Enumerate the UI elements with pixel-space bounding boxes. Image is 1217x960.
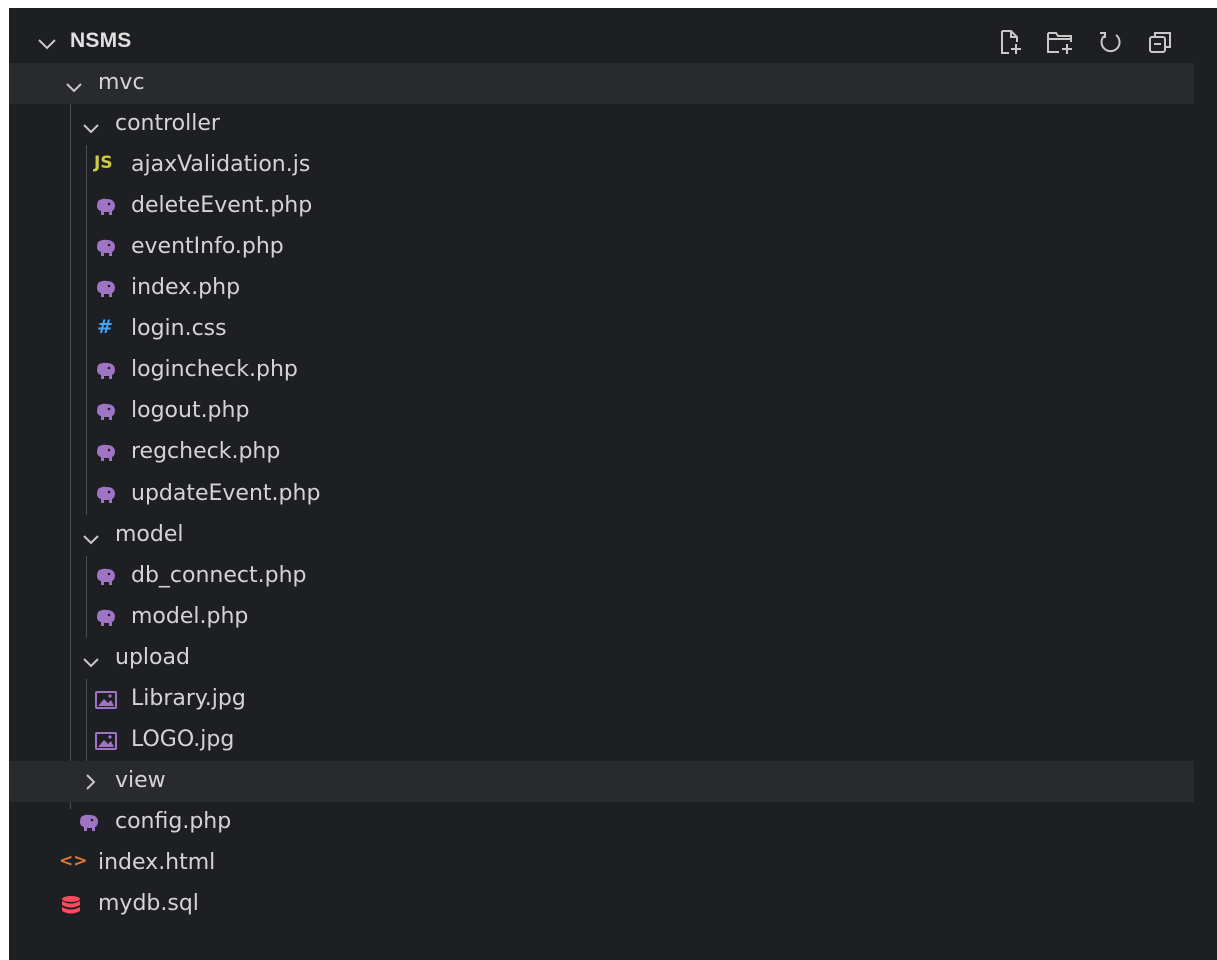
file-label: index.php — [131, 275, 241, 300]
file-label: logout.php — [131, 398, 250, 423]
folder-row-mvc[interactable]: mvc — [9, 63, 1194, 104]
chevron-right-icon[interactable] — [85, 773, 96, 795]
file-row[interactable]: # login.css — [9, 309, 1194, 350]
folder-label: upload — [115, 645, 190, 670]
php-elephant-icon — [94, 196, 118, 218]
folder-label: mvc — [98, 70, 145, 95]
php-elephant-icon — [94, 278, 118, 300]
image-file-icon — [94, 730, 118, 752]
php-elephant-icon — [94, 237, 118, 259]
folder-row-view[interactable]: view — [9, 761, 1194, 802]
file-row[interactable]: JS ajaxValidation.js — [9, 145, 1194, 186]
workspace-title: NSMS — [70, 29, 132, 52]
new-file-icon[interactable] — [992, 26, 1028, 58]
php-elephant-icon — [94, 401, 118, 423]
file-row[interactable]: logincheck.php — [9, 350, 1194, 391]
php-elephant-icon — [94, 360, 118, 382]
explorer-header[interactable]: NSMS — [9, 22, 1194, 62]
file-row[interactable]: logout.php — [9, 391, 1194, 432]
image-file-icon — [94, 689, 118, 711]
explorer-actions — [992, 26, 1178, 58]
php-elephant-icon — [94, 566, 118, 588]
file-label: model.php — [131, 604, 249, 629]
file-label: logincheck.php — [131, 357, 298, 382]
chevron-down-icon[interactable] — [82, 653, 100, 672]
file-label: updateEvent.php — [131, 481, 321, 506]
file-label: config.php — [115, 809, 232, 834]
javascript-file-icon: JS — [94, 153, 113, 173]
file-row[interactable]: config.php — [9, 802, 1194, 843]
file-row[interactable]: deleteEvent.php — [9, 186, 1194, 227]
file-label: deleteEvent.php — [131, 193, 313, 218]
php-elephant-icon — [94, 607, 118, 629]
folder-label: view — [115, 768, 166, 793]
collapse-all-icon[interactable] — [1142, 26, 1178, 58]
file-row[interactable]: updateEvent.php — [9, 474, 1194, 515]
folder-label: model — [115, 522, 184, 547]
chevron-down-icon[interactable] — [37, 35, 57, 54]
php-elephant-icon — [94, 484, 118, 506]
file-row[interactable]: eventInfo.php — [9, 227, 1194, 268]
refresh-icon[interactable] — [1092, 26, 1128, 58]
css-hash-icon: # — [97, 316, 113, 338]
file-label: Library.jpg — [131, 686, 246, 711]
file-label: index.html — [98, 850, 216, 875]
file-label: regcheck.php — [131, 439, 281, 464]
file-label: eventInfo.php — [131, 234, 284, 259]
file-row[interactable]: mydb.sql — [9, 884, 1194, 925]
chevron-down-icon[interactable] — [65, 78, 83, 97]
file-label: db_connect.php — [131, 563, 307, 588]
file-row[interactable]: model.php — [9, 597, 1194, 638]
file-label: ajaxValidation.js — [131, 152, 311, 177]
file-row[interactable]: db_connect.php — [9, 556, 1194, 597]
folder-row-model[interactable]: model — [9, 515, 1194, 556]
file-row[interactable]: index.php — [9, 268, 1194, 309]
file-label: LOGO.jpg — [131, 727, 235, 752]
chevron-down-icon[interactable] — [82, 119, 100, 138]
file-label: login.css — [131, 316, 227, 341]
file-row[interactable]: Library.jpg — [9, 679, 1194, 720]
new-folder-icon[interactable] — [1042, 26, 1078, 58]
database-icon — [59, 894, 83, 916]
file-label: mydb.sql — [98, 891, 199, 916]
php-elephant-icon — [94, 442, 118, 464]
file-row[interactable]: <> index.html — [9, 843, 1194, 884]
file-explorer: NSMS mvc controller JS ajaxValidation.js… — [9, 8, 1217, 960]
chevron-down-icon[interactable] — [82, 530, 100, 549]
html-code-icon: <> — [59, 851, 88, 871]
file-row[interactable]: regcheck.php — [9, 432, 1194, 473]
folder-row-controller[interactable]: controller — [9, 104, 1194, 145]
php-elephant-icon — [77, 812, 101, 834]
file-row[interactable]: LOGO.jpg — [9, 720, 1194, 761]
folder-row-upload[interactable]: upload — [9, 638, 1194, 679]
folder-label: controller — [115, 111, 220, 136]
